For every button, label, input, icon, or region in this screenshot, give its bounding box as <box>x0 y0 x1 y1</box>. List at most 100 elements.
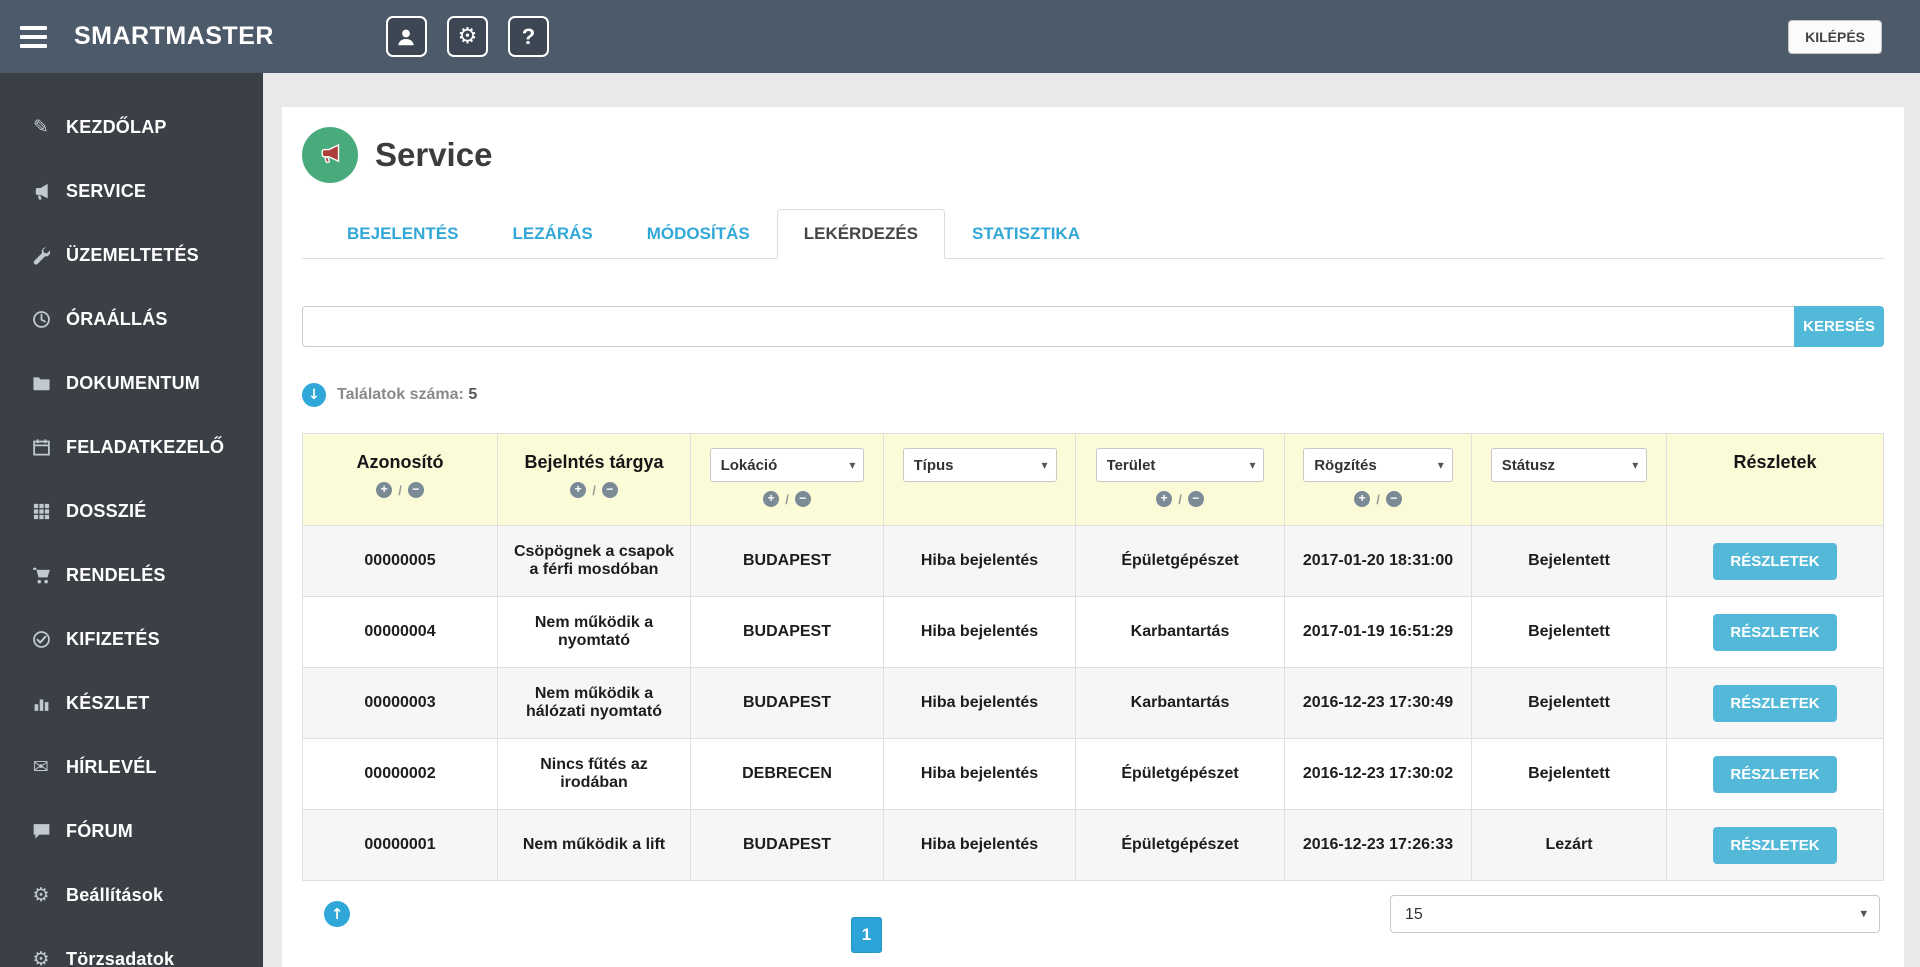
details-button[interactable]: RÉSZLETEK <box>1713 826 1837 864</box>
filter-select-terulet[interactable]: Terület <box>1095 448 1265 482</box>
sidebar-item-dokumentum[interactable]: DOKUMENTUM <box>0 351 263 415</box>
search-input[interactable] <box>302 306 1795 347</box>
sort-ascending-icon[interactable]: + <box>1156 491 1173 507</box>
tab-lekerdezes[interactable]: LEKÉRDEZÉS <box>776 209 946 259</box>
details-button[interactable]: RÉSZLETEK <box>1713 684 1837 722</box>
filter-select-statusz[interactable]: Státusz <box>1490 448 1648 482</box>
sidebar-item-beallitasok[interactable]: ⚙ Beállítások <box>0 863 263 927</box>
sidebar-item-oraallas[interactable]: ÓRAÁLLÁS <box>0 287 263 351</box>
sidebar-item-hirlevel[interactable]: ✉ HÍRLEVÉL <box>0 735 263 799</box>
tab-statisztika[interactable]: STATISZTIKA <box>945 209 1107 259</box>
cell-terulet: Épületgépészet <box>1075 738 1285 810</box>
table-row: 00000005 Csöpögnek a csapok a férfi mosdó… <box>302 525 1884 597</box>
wrench-icon <box>29 246 53 265</box>
sort-separator: / <box>1178 491 1182 507</box>
user-button[interactable] <box>385 16 427 57</box>
cell-lokacio: BUDAPEST <box>690 809 884 881</box>
cell-reszletek: RÉSZLETEK <box>1666 525 1884 597</box>
cell-tipus: Hiba bejelentés <box>883 738 1076 810</box>
cell-lokacio: DEBRECEN <box>690 738 884 810</box>
bar-chart-icon <box>29 694 53 713</box>
sort-controls: + / − <box>1293 491 1463 507</box>
page-1-button[interactable]: 1 <box>851 917 882 953</box>
column-header-terulet: Terület ▾ + / − <box>1075 433 1285 526</box>
sidebar-item-dosszie[interactable]: DOSSZIÉ <box>0 479 263 543</box>
tab-lezaras[interactable]: LEZÁRÁS <box>485 209 619 259</box>
cell-reszletek: RÉSZLETEK <box>1666 667 1884 739</box>
sort-separator: / <box>785 491 789 507</box>
calendar-icon <box>29 438 53 457</box>
cell-bejelntes-targya: Nem működik a hálózati nyomtató <box>497 667 691 739</box>
settings-button[interactable]: ⚙ <box>446 16 488 57</box>
sort-descending-icon[interactable]: − <box>601 482 618 498</box>
sidebar-item-feladatkezelo[interactable]: FELADATKEZELŐ <box>0 415 263 479</box>
menu-icon[interactable] <box>20 25 50 48</box>
tab-bejelentes[interactable]: BEJELENTÉS <box>320 209 485 259</box>
scroll-top-icon[interactable]: ↑ <box>324 901 350 927</box>
clock-icon <box>29 310 53 329</box>
gear-icon: ⚙ <box>457 23 478 49</box>
sidebar-item-forum[interactable]: FÓRUM <box>0 799 263 863</box>
content-panel: Service BEJELENTÉS LEZÁRÁS MÓDOSÍTÁS LEKÉRD… <box>282 107 1904 967</box>
sidebar-item-rendeles[interactable]: RENDELÉS <box>0 543 263 607</box>
sidebar-item-torzsadatok[interactable]: ⚙ Törzsadatok <box>0 927 263 967</box>
details-button[interactable]: RÉSZLETEK <box>1713 542 1837 580</box>
sort-ascending-icon[interactable]: + <box>1354 491 1371 507</box>
sidebar-item-label: SERVICE <box>66 180 147 201</box>
sort-ascending-icon[interactable]: + <box>763 491 780 507</box>
sort-ascending-icon[interactable]: + <box>570 482 587 498</box>
cell-azonosito: 00000001 <box>302 809 498 881</box>
cell-lokacio: BUDAPEST <box>690 525 884 597</box>
sidebar-item-label: RENDELÉS <box>66 564 166 585</box>
cell-terulet: Karbantartás <box>1075 667 1285 739</box>
sort-descending-icon[interactable]: − <box>407 482 424 498</box>
topbar: SMARTMASTER ⚙ ? KILÉPÉS <box>0 0 1920 73</box>
sort-descending-icon[interactable]: − <box>794 491 811 507</box>
filter-select-rogzites[interactable]: Rögzítés <box>1303 448 1453 482</box>
cell-statusz: Lezárt <box>1471 809 1667 881</box>
filter-select-tipus[interactable]: Típus <box>902 448 1057 482</box>
sort-ascending-icon[interactable]: + <box>376 482 393 498</box>
cell-statusz: Bejelentett <box>1471 738 1667 810</box>
sidebar-item-kezdolap[interactable]: ✎ KEZDŐLAP <box>0 95 263 159</box>
cell-statusz: Bejelentett <box>1471 667 1667 739</box>
sort-separator: / <box>592 482 596 498</box>
cell-rogzites: 2017-01-20 18:31:00 <box>1284 525 1472 597</box>
logout-button[interactable]: KILÉPÉS <box>1788 19 1882 54</box>
sidebar-item-uzemeltetes[interactable]: ÜZEMELTETÉS <box>0 223 263 287</box>
cell-lokacio: BUDAPEST <box>690 667 884 739</box>
sort-separator: / <box>398 482 402 498</box>
sort-controls: + / − <box>1084 491 1276 507</box>
tab-modositas[interactable]: MÓDOSÍTÁS <box>620 209 777 259</box>
help-button[interactable]: ? <box>507 16 549 57</box>
sort-descending-icon[interactable]: − <box>1385 491 1402 507</box>
envelope-icon: ✉ <box>33 755 49 778</box>
collapse-arrow-icon[interactable]: ↓ <box>302 383 326 407</box>
check-circle-icon <box>29 630 53 649</box>
search-button[interactable]: KERESÉS <box>1794 306 1884 347</box>
page-title: Service <box>375 136 493 173</box>
results-count-label: Találatok száma: 5 <box>337 386 477 404</box>
sort-separator: / <box>1376 491 1380 507</box>
column-header-tipus: Típus ▾ <box>883 433 1076 526</box>
sidebar-item-label: DOKUMENTUM <box>66 372 200 393</box>
filter-wrap-rogzites: Rögzítés ▾ <box>1303 448 1453 482</box>
sidebar-item-service[interactable]: SERVICE <box>0 159 263 223</box>
page-size-select[interactable]: 15 <box>1390 895 1880 933</box>
sidebar-item-label: ÓRAÁLLÁS <box>66 308 168 329</box>
details-button[interactable]: RÉSZLETEK <box>1713 755 1837 793</box>
cell-reszletek: RÉSZLETEK <box>1666 738 1884 810</box>
sidebar-item-label: KÉSZLET <box>66 692 150 713</box>
cell-tipus: Hiba bejelentés <box>883 525 1076 597</box>
sidebar-item-label: ÜZEMELTETÉS <box>66 244 199 265</box>
table-row: 00000002 Nincs fűtés az irodában DEBRECEN H… <box>302 738 1884 810</box>
page-header: Service <box>302 123 1884 183</box>
filter-select-lokacio[interactable]: Lokáció <box>709 448 865 482</box>
sidebar-item-keszlet[interactable]: KÉSZLET <box>0 671 263 735</box>
cell-azonosito: 00000002 <box>302 738 498 810</box>
column-header-reszletek: Részletek <box>1666 433 1884 526</box>
sidebar-item-kifizetes[interactable]: KIFIZETÉS <box>0 607 263 671</box>
details-button[interactable]: RÉSZLETEK <box>1713 613 1837 651</box>
sort-descending-icon[interactable]: − <box>1187 491 1204 507</box>
column-title: Részletek <box>1733 452 1817 472</box>
